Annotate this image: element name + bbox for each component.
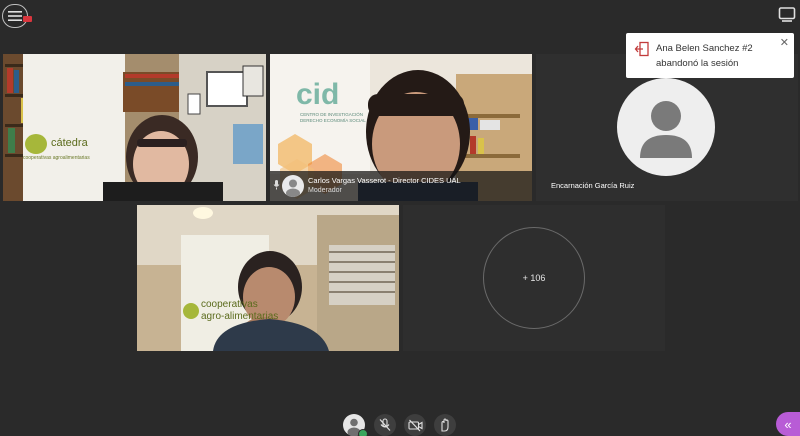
collapse-panel-icon: « (784, 416, 792, 432)
status-ok-icon (358, 429, 368, 436)
moderator-name: Carlos Vargas Vasserot - Director CIDES … (308, 176, 461, 185)
leave-session-icon (634, 41, 649, 57)
microphone-muted-icon (379, 418, 391, 431)
session-controls-bar (0, 414, 800, 436)
catedra-banner-logo (25, 134, 47, 154)
participant-avatar-circle (617, 78, 715, 176)
microphone-toggle-button[interactable] (374, 414, 396, 436)
leave-notification: Ana Belen Sanchez #2 abandonó la sesión … (626, 33, 794, 78)
coop-banner-line2: agro-alimentarias (201, 311, 279, 322)
coop-banner-line1: cooperativas (201, 299, 258, 310)
camera-toggle-button[interactable] (404, 414, 426, 436)
cides-caption-line2: DERECHO ECONOMÍA SOCIAL (300, 118, 366, 123)
video-tile-catedra[interactable]: cátedra cooperativas agroalimentarias (3, 54, 266, 201)
hamburger-menu-icon (8, 11, 22, 21)
cides-logo-text: cid (296, 78, 340, 111)
cooperativas-video-feed (137, 205, 399, 351)
encarnacion-name: Encarnación García Ruiz (551, 181, 635, 190)
cides-caption-line1: CENTRO DE INVESTIGACIÓN (300, 112, 364, 117)
screen-layout-icon (778, 7, 796, 22)
collapse-panel-button[interactable]: « (776, 412, 800, 436)
notification-text: Ana Belen Sanchez #2 abandonó la sesión (656, 43, 753, 69)
coop-banner-logo (183, 303, 199, 319)
user-silhouette-icon (286, 179, 300, 197)
self-avatar-button[interactable] (343, 414, 368, 436)
moderator-caption: Carlos Vargas Vasserot - Director CIDES … (270, 171, 532, 201)
microphone-icon (273, 180, 280, 190)
catedra-video-feed (3, 54, 266, 201)
raise-hand-icon (441, 418, 449, 432)
moderator-role: Moderador (308, 187, 342, 194)
camera-off-icon (407, 419, 423, 431)
moderator-avatar (282, 175, 304, 197)
overflow-participants-tile[interactable]: + 106 (403, 205, 665, 351)
overflow-count-circle[interactable]: + 106 (483, 227, 585, 329)
catedra-banner-title: cátedra (51, 137, 88, 149)
recording-badge-icon (23, 16, 32, 22)
encarnacion-caption: Encarnación García Ruiz (536, 171, 798, 201)
user-silhouette-icon (640, 101, 692, 158)
raise-hand-button[interactable] (434, 414, 456, 436)
catedra-banner-subtitle: cooperativas agroalimentarias (23, 155, 90, 161)
video-tile-cooperativas[interactable]: cooperativas agro-alimentarias (137, 205, 399, 351)
screen-layout-button[interactable] (776, 4, 798, 26)
notification-close-button[interactable]: ✕ (780, 36, 789, 51)
overflow-count-label: + 106 (522, 273, 546, 283)
video-tile-moderator[interactable]: cid CENTRO DE INVESTIGACIÓN DERECHO ECON… (270, 54, 532, 201)
